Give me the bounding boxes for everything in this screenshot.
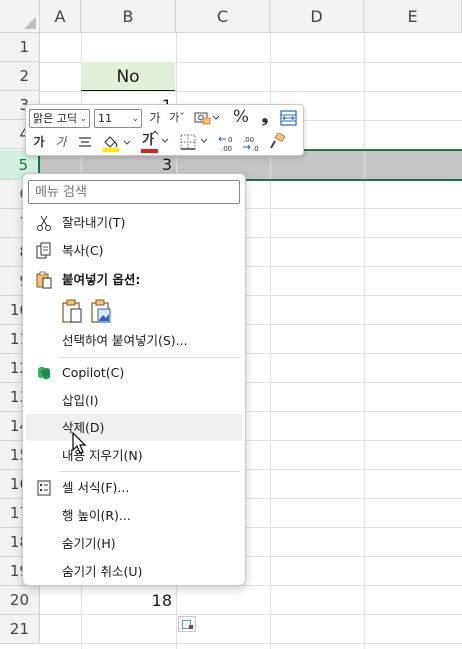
copilot-icon: [35, 364, 53, 382]
menu-item-label: 선택하여 붙여넣기(S)...: [62, 333, 188, 348]
row-header-21[interactable]: 21: [0, 615, 40, 644]
bold-button[interactable]: 가: [30, 133, 48, 151]
menu-item-hide[interactable]: 숨기기(H): [26, 530, 242, 557]
font-color-glyph: 가: [142, 133, 154, 148]
fill-color-icon: [103, 136, 131, 152]
chevron-down-icon: [161, 138, 169, 143]
format-cells-icon: [35, 479, 53, 497]
paste-option-picture-icon[interactable]: [90, 298, 112, 324]
menu-item-unhide[interactable]: 숨기기 취소(U): [26, 558, 242, 585]
svg-text:0: 0: [228, 136, 232, 144]
menu-item-insert[interactable]: 삽입(I): [26, 387, 242, 414]
menu-item-label: 행 높이(R)...: [62, 508, 131, 523]
font-size-value: 11: [98, 112, 112, 125]
row-header-2[interactable]: 2: [0, 62, 40, 91]
menu-item-cut[interactable]: 잘라내기(T): [26, 209, 242, 236]
decrease-font-size-button[interactable]: 가ˇ: [167, 109, 187, 127]
select-all-corner[interactable]: [0, 0, 40, 33]
cell-b20[interactable]: 18: [81, 586, 172, 615]
format-painter-icon: [270, 132, 285, 149]
column-header-b[interactable]: B: [81, 0, 176, 33]
font-size-select[interactable]: 11 ⌄: [94, 109, 142, 128]
column-header-e[interactable]: E: [364, 0, 462, 33]
chevron-down-icon: ⌄: [131, 114, 139, 124]
menu-item-label: 삽입(I): [62, 393, 99, 408]
column-header-c[interactable]: C: [176, 0, 270, 33]
align-center-button[interactable]: [76, 133, 94, 157]
menu-item-label: 복사(C): [62, 243, 104, 258]
menu-item-label: 잘라내기(T): [62, 215, 126, 230]
menu-item-label: 숨기기 취소(U): [62, 564, 143, 579]
borders-button[interactable]: [179, 133, 213, 157]
comma-style-button[interactable]: ❟: [258, 108, 272, 126]
decrease-decimal-button[interactable]: 0 .00: [217, 133, 239, 159]
menu-search-input[interactable]: [28, 180, 240, 204]
menu-item-copy[interactable]: 복사(C): [26, 237, 242, 264]
merge-center-icon: [280, 110, 297, 126]
menu-item-label: 셀 서식(F)...: [62, 480, 130, 495]
menu-item-label: 붙여넣기 옵션:: [62, 272, 141, 287]
accounting-format-icon: [194, 112, 220, 125]
mini-toolbar: 맑은 고딕 ⌄ 11 ⌄ 가^ 가ˇ % ❟ 가 가 가 0 .00 .00 .…: [25, 104, 304, 156]
menu-separator: [59, 357, 240, 358]
paste-option-clipboard-icon[interactable]: [61, 298, 83, 324]
align-center-icon: [79, 137, 91, 147]
increase-decimal-icon: .00 .0: [243, 136, 259, 153]
menu-item-label: Copilot(C): [62, 365, 125, 380]
fill-color-button[interactable]: [101, 133, 135, 159]
row-header-1[interactable]: 1: [0, 33, 40, 62]
cell-b2-header[interactable]: No: [81, 62, 175, 91]
increase-decimal-button[interactable]: .00 .0: [241, 133, 263, 159]
column-header-a[interactable]: A: [40, 0, 81, 33]
accounting-format-button[interactable]: [192, 109, 220, 133]
select-all-triangle-icon: [24, 17, 36, 29]
font-name-select[interactable]: 맑은 고딕 ⌄: [29, 109, 90, 128]
svg-text:.00: .00: [243, 136, 254, 144]
column-header-d[interactable]: D: [270, 0, 364, 33]
italic-button[interactable]: 가: [52, 133, 70, 151]
borders-icon: [180, 134, 208, 150]
row-header-20[interactable]: 20: [0, 586, 40, 615]
insert-options-icon[interactable]: [178, 616, 196, 632]
merge-center-button[interactable]: [279, 109, 299, 133]
decrease-decimal-icon: 0 .00: [218, 136, 232, 153]
context-menu: 잘라내기(T) 복사(C) 붙여넣기 옵션: 선택하여 붙여넣기(S)... C…: [22, 173, 246, 586]
scissors-icon: [35, 214, 53, 232]
svg-text:.00: .00: [221, 145, 232, 153]
menu-item-clear-contents[interactable]: 내용 지우기(N): [26, 442, 242, 469]
percent-style-button[interactable]: %: [231, 108, 251, 126]
menu-item-paste-special[interactable]: 선택하여 붙여넣기(S)...: [26, 327, 242, 354]
chevron-down-icon: ⌄: [79, 114, 87, 124]
menu-item-delete[interactable]: 삭제(D): [26, 414, 242, 441]
menu-item-format-cells[interactable]: 셀 서식(F)...: [26, 474, 242, 501]
menu-item-label: 숨기기(H): [62, 536, 116, 551]
format-painter-button[interactable]: [267, 132, 285, 157]
menu-item-copilot[interactable]: Copilot(C): [26, 359, 242, 386]
copy-icon: [35, 242, 53, 260]
svg-text:.0: .0: [252, 145, 259, 153]
menu-item-row-height[interactable]: 행 높이(R)...: [26, 502, 242, 529]
menu-item-paste-options-header: 붙여넣기 옵션:: [26, 266, 242, 293]
font-color-bar: [141, 149, 158, 153]
gridline: [40, 643, 462, 644]
mouse-cursor-icon: [72, 432, 87, 454]
menu-separator: [59, 471, 240, 472]
font-name-value: 맑은 고딕: [33, 112, 77, 125]
clipboard-icon: [35, 271, 53, 289]
